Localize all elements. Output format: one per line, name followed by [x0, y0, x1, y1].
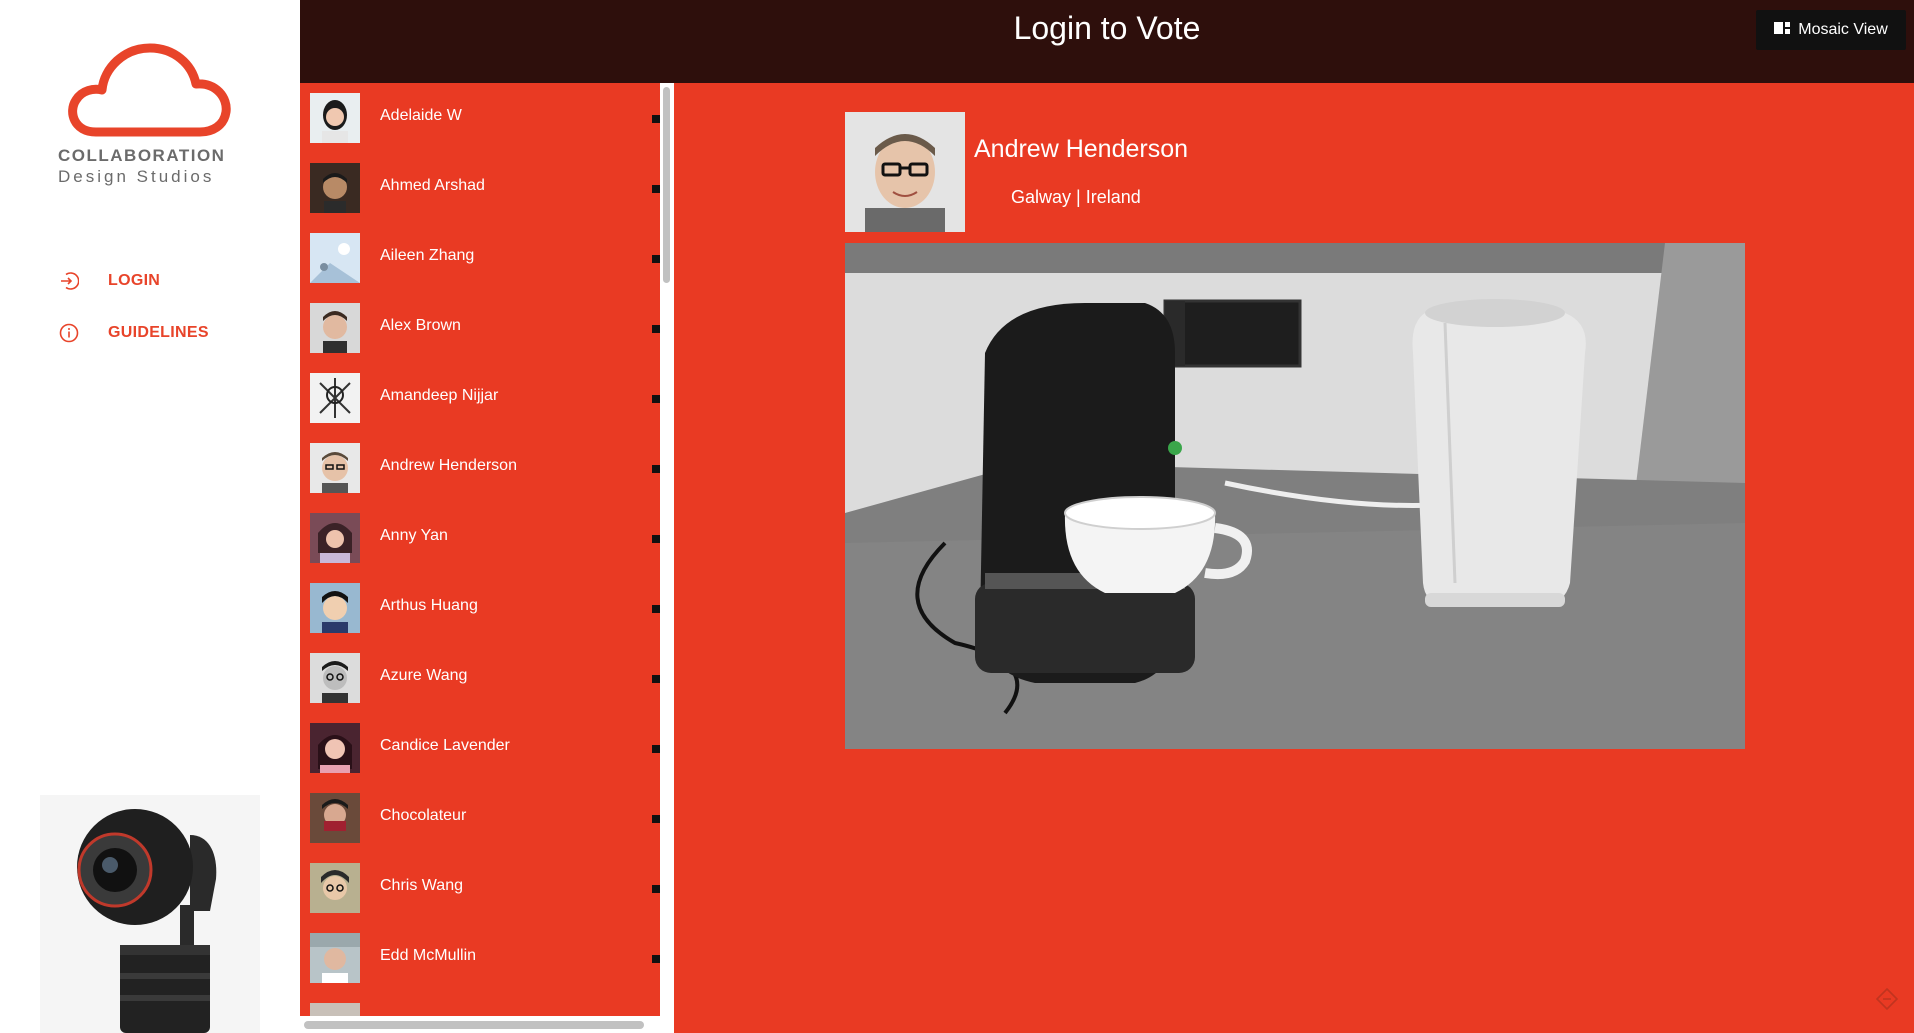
grid-icon — [1774, 21, 1791, 39]
nav-login-label: LOGIN — [108, 272, 161, 289]
profile-location: Galway | Ireland — [1011, 187, 1141, 207]
cloud-icon — [68, 43, 231, 137]
list-item[interactable]: Arthus Huang — [300, 573, 660, 643]
avatar — [310, 303, 360, 353]
list-item-marker — [652, 325, 660, 333]
list-item[interactable]: Edd McMullin — [300, 923, 660, 993]
list-item-name: Edd McMullin — [380, 947, 477, 964]
main-content: Andrew Henderson Galway | Ireland — [674, 83, 1914, 1033]
avatar — [310, 653, 360, 703]
list-item-name: Alex Brown — [380, 317, 461, 334]
brand-line1: COLLABORATION — [58, 146, 226, 165]
list-item-marker — [652, 115, 660, 123]
list-item-marker — [652, 675, 660, 683]
diamond-icon[interactable] — [1875, 987, 1899, 1015]
list-item-marker — [652, 745, 660, 753]
mosaic-view-label: Mosaic View — [1798, 21, 1888, 38]
avatar — [310, 233, 360, 283]
list-item[interactable]: Adelaide W — [300, 83, 660, 153]
list-item[interactable]: Chris Wang — [300, 853, 660, 923]
login-icon — [58, 270, 80, 292]
submission-photo[interactable] — [845, 243, 1745, 749]
list-item[interactable]: Ahmed Arshad — [300, 153, 660, 223]
avatar — [310, 863, 360, 913]
avatar — [310, 443, 360, 493]
list-scrollbar-thumb[interactable] — [663, 87, 670, 283]
mosaic-view-button[interactable]: Mosaic View — [1756, 10, 1906, 50]
list-item-marker — [652, 885, 660, 893]
avatar — [310, 163, 360, 213]
list-item[interactable] — [300, 993, 660, 1016]
list-item[interactable]: Azure Wang — [300, 643, 660, 713]
user-list-panel: Adelaide W Ahmed Arshad Aileen Zhang Ale… — [300, 83, 674, 1033]
nav-guidelines-label: GUIDELINES — [108, 324, 209, 341]
page-title: Login to Vote — [1013, 10, 1201, 46]
profile-avatar[interactable] — [845, 112, 965, 232]
gimbal-camera-image — [40, 795, 260, 1033]
user-list[interactable]: Adelaide W Ahmed Arshad Aileen Zhang Ale… — [300, 83, 660, 1016]
list-item-marker — [652, 255, 660, 263]
avatar — [310, 723, 360, 773]
nav-login[interactable]: LOGIN — [58, 255, 209, 307]
nav-guidelines[interactable]: GUIDELINES — [58, 307, 209, 359]
list-item[interactable]: Aileen Zhang — [300, 223, 660, 293]
list-item[interactable]: Anny Yan — [300, 503, 660, 573]
list-item-name: Andrew Henderson — [380, 457, 517, 474]
top-header: Login to Vote Mosaic View — [300, 0, 1914, 83]
avatar — [310, 513, 360, 563]
list-item-marker — [652, 605, 660, 613]
list-item-marker — [652, 465, 660, 473]
brand-line2: Design Studios — [58, 167, 215, 186]
list-item-name: Anny Yan — [380, 527, 448, 544]
avatar — [310, 373, 360, 423]
list-item-name: Arthus Huang — [380, 597, 478, 614]
list-item-name: Azure Wang — [380, 667, 468, 684]
list-item-name: Aileen Zhang — [380, 247, 475, 264]
list-item[interactable]: Andrew Henderson — [300, 433, 660, 503]
list-item-name: Adelaide W — [380, 107, 462, 124]
brand-logo[interactable]: COLLABORATION Design Studios — [58, 40, 248, 187]
avatar — [310, 93, 360, 143]
list-item-marker — [652, 535, 660, 543]
profile-name: Andrew Henderson — [974, 135, 1189, 163]
avatar — [310, 793, 360, 843]
list-item[interactable]: Candice Lavender — [300, 713, 660, 783]
list-item-name: Ahmed Arshad — [380, 177, 485, 194]
sidebar-nav: LOGIN GUIDELINES — [58, 255, 209, 359]
list-item[interactable]: Chocolateur — [300, 783, 660, 853]
list-item-name: Chris Wang — [380, 877, 463, 894]
list-item-name: Candice Lavender — [380, 737, 510, 754]
avatar — [310, 933, 360, 983]
list-item-marker — [652, 815, 660, 823]
list-item-name: Chocolateur — [380, 807, 467, 824]
avatar — [310, 583, 360, 633]
list-item-name: Amandeep Nijjar — [380, 387, 499, 404]
avatar — [310, 1003, 360, 1016]
list-item[interactable]: Amandeep Nijjar — [300, 363, 660, 433]
list-item-marker — [652, 955, 660, 963]
sidebar: COLLABORATION Design Studios LOGIN GUIDE… — [0, 0, 300, 1033]
list-item-marker — [652, 395, 660, 403]
list-horizontal-scrollbar[interactable] — [304, 1021, 644, 1029]
list-item-marker — [652, 185, 660, 193]
list-item[interactable]: Alex Brown — [300, 293, 660, 363]
info-icon — [58, 322, 80, 344]
